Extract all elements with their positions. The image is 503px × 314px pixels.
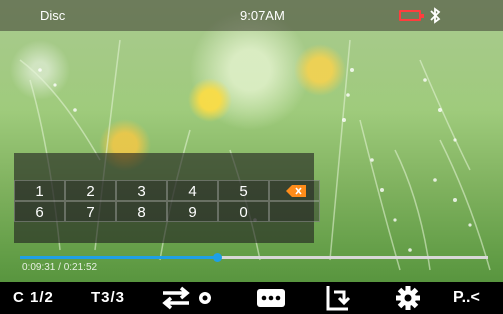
- backspace-icon: [286, 185, 306, 197]
- rotate-icon: [326, 286, 351, 311]
- chapter-button[interactable]: C 1/2: [13, 282, 54, 314]
- track-button[interactable]: T3/3: [91, 282, 125, 314]
- keypad-key-2[interactable]: 2: [65, 180, 116, 201]
- keypad-input-display: [14, 153, 314, 180]
- source-label: Disc: [40, 8, 66, 23]
- more-icon: [257, 289, 285, 307]
- playback-progress-bar[interactable]: [20, 253, 488, 262]
- keypad-key-empty: [269, 201, 320, 222]
- keypad-key-5[interactable]: 5: [218, 180, 269, 201]
- keypad-key-9[interactable]: 9: [167, 201, 218, 222]
- status-bar: Disc 9:07AM: [0, 0, 503, 31]
- keypad-key-4[interactable]: 4: [167, 180, 218, 201]
- clock-time: 9:07AM: [240, 8, 285, 23]
- progress-fill: [20, 256, 217, 259]
- backspace-button[interactable]: [269, 180, 320, 201]
- keypad-key-7[interactable]: 7: [65, 201, 116, 222]
- keypad-key-8[interactable]: 8: [116, 201, 167, 222]
- picture-in-picture-button[interactable]: P..<: [453, 282, 503, 314]
- more-button[interactable]: [255, 282, 287, 314]
- video-player-screen[interactable]: Disc 9:07AM 12345 67890 0:09:31 / 0:21:52…: [0, 0, 503, 314]
- gear-icon: [396, 286, 420, 310]
- keypad-key-3[interactable]: 3: [116, 180, 167, 201]
- keypad-key-0[interactable]: 0: [218, 201, 269, 222]
- battery-low-icon: [399, 10, 424, 21]
- time-readout: 0:09:31 / 0:21:52: [22, 262, 98, 273]
- repeat-icon: [162, 286, 211, 310]
- repeat-button[interactable]: [157, 282, 215, 314]
- bluetooth-icon: [430, 7, 441, 24]
- number-keypad: 12345 67890: [14, 153, 320, 243]
- settings-button[interactable]: [395, 282, 421, 314]
- rotate-button[interactable]: [322, 282, 352, 314]
- keypad-key-1[interactable]: 1: [14, 180, 65, 201]
- keypad-key-6[interactable]: 6: [14, 201, 65, 222]
- bottom-toolbar: C 1/2 T3/3 P..<: [0, 282, 503, 314]
- progress-handle[interactable]: [212, 253, 222, 262]
